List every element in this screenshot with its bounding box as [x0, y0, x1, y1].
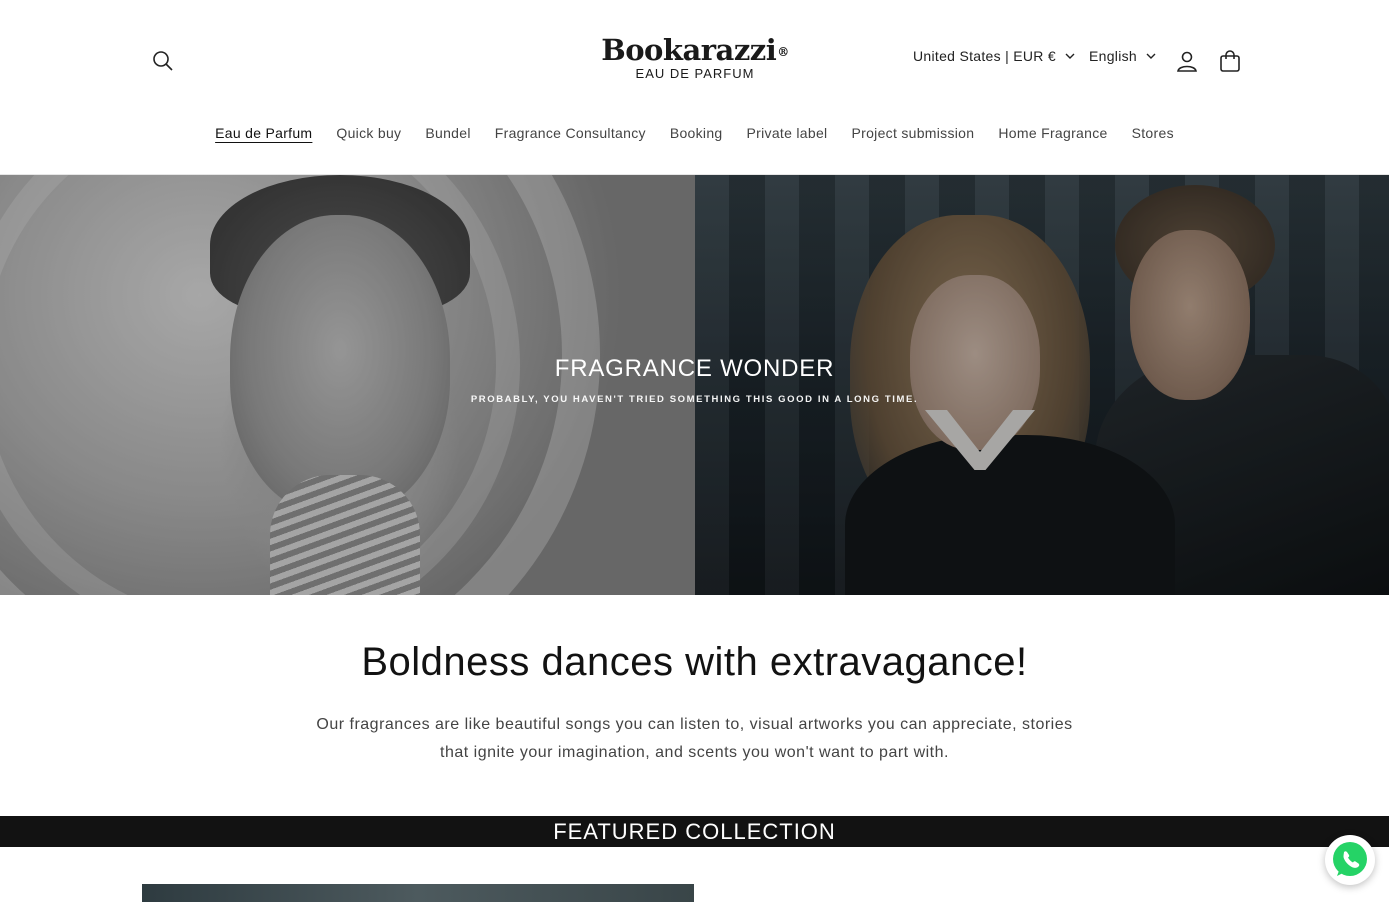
- site-header: Bookarazzi® EAU DE PARFUM United States …: [0, 0, 1389, 175]
- hero-banner: FRAGRANCE WONDER PROBABLY, YOU HAVEN'T T…: [0, 175, 1389, 595]
- whatsapp-icon: [1333, 842, 1367, 876]
- user-icon: [1177, 51, 1197, 72]
- nav-item-private-label[interactable]: Private label: [735, 120, 840, 148]
- site-logo[interactable]: Bookarazzi® EAU DE PARFUM: [600, 34, 790, 90]
- bag-icon: [1220, 50, 1240, 72]
- language-selector-label: English: [1089, 48, 1138, 64]
- featured-collection-band: FEATURED COLLECTION: [0, 816, 1389, 847]
- cart-button[interactable]: [1215, 46, 1245, 76]
- search-button[interactable]: [148, 46, 178, 76]
- hero-title: FRAGRANCE WONDER: [554, 354, 835, 382]
- main-navigation: Eau de Parfum Quick buy Bundel Fragrance…: [0, 120, 1389, 148]
- search-icon: [153, 51, 173, 71]
- featured-collection-title: FEATURED COLLECTION: [553, 819, 836, 844]
- language-selector[interactable]: English: [1089, 48, 1156, 64]
- section-body: Our fragrances are like beautiful songs …: [316, 716, 1073, 761]
- chevron-down-icon: [1146, 53, 1156, 59]
- section-heading: Boldness dances with extravagance!: [361, 640, 1028, 684]
- logo-subtitle: EAU DE PARFUM: [635, 66, 755, 81]
- country-selector[interactable]: United States | EUR €: [913, 48, 1075, 64]
- nav-item-eau-de-parfum[interactable]: Eau de Parfum: [203, 120, 324, 148]
- chevron-down-icon: [1065, 53, 1075, 59]
- country-selector-label: United States | EUR €: [913, 48, 1056, 64]
- nav-item-fragrance-consultancy[interactable]: Fragrance Consultancy: [483, 120, 658, 148]
- whatsapp-button[interactable]: [1325, 835, 1375, 885]
- logo-name: Bookarazzi: [601, 33, 777, 67]
- nav-item-stores[interactable]: Stores: [1120, 120, 1186, 148]
- logo-registered-mark: ®: [777, 45, 789, 59]
- account-button[interactable]: [1172, 46, 1202, 76]
- nav-item-project-submission[interactable]: Project submission: [839, 120, 986, 148]
- hero-subtitle: PROBABLY, YOU HAVEN'T TRIED SOMETHING TH…: [470, 393, 919, 405]
- nav-item-bundel[interactable]: Bundel: [413, 120, 482, 148]
- rich-text-section: Boldness dances with extravagance! Our f…: [0, 595, 1389, 816]
- nav-item-home-fragrance[interactable]: Home Fragrance: [986, 120, 1119, 148]
- nav-item-booking[interactable]: Booking: [658, 120, 735, 148]
- nav-item-quick-buy[interactable]: Quick buy: [324, 120, 413, 148]
- hero-content: FRAGRANCE WONDER PROBABLY, YOU HAVEN'T T…: [0, 175, 1389, 595]
- product-card-image[interactable]: [142, 884, 694, 902]
